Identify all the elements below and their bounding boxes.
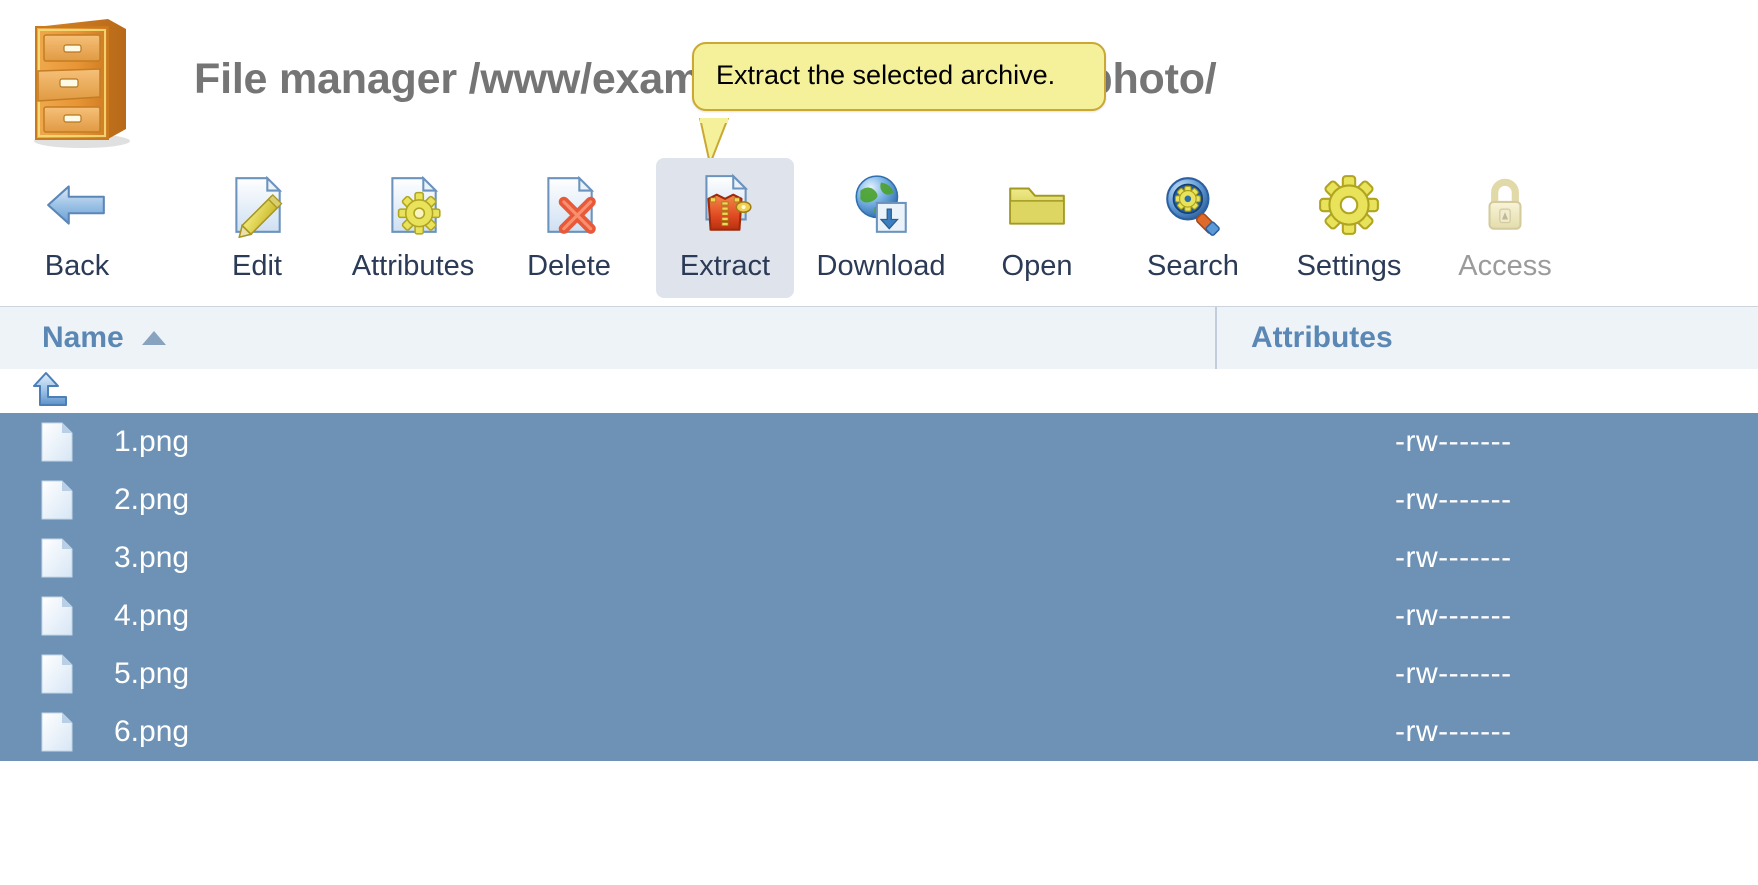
column-header-attributes-label: Attributes <box>1251 321 1393 354</box>
toolbar-label-search: Search <box>1147 250 1239 282</box>
tooltip-tail-icon <box>698 118 730 158</box>
table-row[interactable]: 6.png -rw------- <box>0 703 1758 761</box>
toolbar-label-delete: Delete <box>527 250 611 282</box>
file-icon <box>41 712 73 752</box>
toolbar-label-settings: Settings <box>1296 250 1402 282</box>
toolbar-button-extract[interactable]: Extract <box>656 158 794 298</box>
sort-asc-icon <box>141 331 166 345</box>
tooltip-extract: Extract the selected archive. <box>692 42 1106 111</box>
back-arrow-icon <box>47 185 105 225</box>
table-row-parent-directory[interactable] <box>0 369 1758 413</box>
table-cell-name: 6.png <box>114 715 190 748</box>
table-row[interactable]: 5.png -rw------- <box>0 645 1758 703</box>
toolbar-label-back: Back <box>44 250 110 282</box>
table-cell-name: 1.png <box>114 425 190 458</box>
table-cell-attributes: -rw------- <box>1395 425 1512 458</box>
lock-icon <box>1488 178 1522 230</box>
file-icon <box>41 422 73 462</box>
column-divider[interactable] <box>1215 307 1217 369</box>
file-table: Name Attributes 1.png -rw------- 2.png -… <box>0 306 1758 761</box>
file-delete-icon <box>547 175 596 234</box>
table-cell-name: 2.png <box>114 483 190 516</box>
toolbar-label-open: Open <box>1001 250 1073 282</box>
file-cabinet-icon <box>34 19 130 148</box>
file-gear-icon <box>391 175 441 235</box>
file-icon <box>41 538 73 578</box>
table-rows: 1.png -rw------- 2.png -rw------- 3.png … <box>0 413 1758 761</box>
toolbar-button-attributes[interactable]: Attributes <box>344 158 482 298</box>
table-row[interactable]: 2.png -rw------- <box>0 471 1758 529</box>
toolbar-button-access[interactable]: Access <box>1436 158 1574 298</box>
file-icon <box>41 480 73 520</box>
table-cell-attributes: -rw------- <box>1395 657 1512 690</box>
table-cell-attributes: -rw------- <box>1395 541 1512 574</box>
toolbar-button-delete[interactable]: Delete <box>500 158 638 298</box>
column-header-attributes[interactable]: Attributes <box>1251 321 1393 355</box>
toolbar-label-attributes: Attributes <box>351 250 475 282</box>
app-header: File manager /www/example.s.net/photo.zi… <box>0 0 1758 158</box>
table-cell-attributes: -rw------- <box>1395 599 1512 632</box>
toolbar-button-download[interactable]: Download <box>812 158 950 298</box>
toolbar-label-extract: Extract <box>679 250 771 282</box>
tooltip-text: Extract the selected archive. <box>716 60 1056 90</box>
toolbar-button-settings[interactable]: Settings <box>1280 158 1418 298</box>
column-header-name[interactable]: Name <box>42 321 166 355</box>
table-row[interactable]: 4.png -rw------- <box>0 587 1758 645</box>
toolbar: Back Edit Attributes Delete Extract Down… <box>0 158 1758 306</box>
column-header-name-label: Name <box>42 321 124 354</box>
edit-pencil-icon <box>235 175 283 238</box>
globe-download-icon <box>855 175 907 233</box>
table-row[interactable]: 1.png -rw------- <box>0 413 1758 471</box>
table-row[interactable]: 3.png -rw------- <box>0 529 1758 587</box>
toolbar-button-open[interactable]: Open <box>968 158 1106 298</box>
search-gear-icon <box>1166 177 1220 236</box>
toolbar-button-edit[interactable]: Edit <box>188 158 326 298</box>
toolbar-button-back[interactable]: Back <box>8 158 146 298</box>
table-cell-attributes: -rw------- <box>1395 483 1512 516</box>
folder-open-icon <box>1009 187 1065 225</box>
toolbar-label-download: Download <box>816 250 946 282</box>
gear-icon <box>1319 175 1379 235</box>
table-cell-attributes: -rw------- <box>1395 715 1512 748</box>
file-icon <box>41 654 73 694</box>
file-icon <box>41 596 73 636</box>
table-cell-name: 3.png <box>114 541 190 574</box>
table-cell-name: 5.png <box>114 657 190 690</box>
up-directory-icon <box>33 372 67 406</box>
toolbar-label-edit: Edit <box>232 250 282 282</box>
table-cell-name: 4.png <box>114 599 190 632</box>
toolbar-label-access: Access <box>1458 250 1552 282</box>
file-extract-icon <box>705 173 752 231</box>
table-header-row: Name Attributes <box>0 307 1758 369</box>
toolbar-button-search[interactable]: Search <box>1124 158 1262 298</box>
